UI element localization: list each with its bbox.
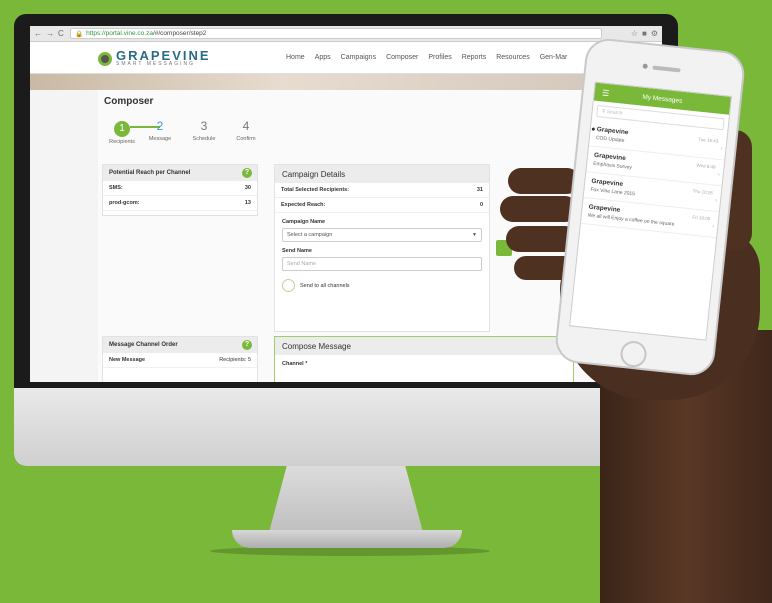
- reach-card-title: Potential Reach per Channel: [109, 170, 191, 176]
- browser-nav-buttons: ← → C: [30, 29, 70, 38]
- forward-icon[interactable]: →: [46, 29, 54, 38]
- total-recipients-row: Total Selected Recipients: 31: [275, 183, 489, 198]
- campaign-select[interactable]: Select a campaign ▼: [282, 228, 482, 242]
- monitor-chin: [14, 388, 678, 466]
- finger: [508, 168, 580, 194]
- site-header: GRAPEVINE SMART MESSAGING Home Apps Camp…: [30, 42, 662, 74]
- step-label: Confirm: [236, 136, 256, 142]
- campaign-select-value: Select a campaign: [287, 232, 333, 238]
- step-number: 1: [114, 121, 130, 137]
- reach-card: Potential Reach per Channel ? SMS: 30 pr…: [102, 164, 258, 216]
- expected-reach-value: 0: [479, 202, 483, 208]
- channel-label: Channel *: [282, 361, 308, 367]
- step-message[interactable]: 2 Message: [142, 118, 178, 142]
- extension-icon[interactable]: ■: [642, 29, 647, 38]
- back-icon[interactable]: ←: [34, 29, 42, 38]
- chevron-right-icon: ›: [717, 171, 721, 179]
- help-icon[interactable]: ?: [242, 168, 252, 178]
- speaker-grille: [652, 65, 681, 73]
- settings-icon[interactable]: ⚙: [651, 29, 658, 38]
- hamburger-menu-icon[interactable]: ☰: [594, 87, 617, 98]
- campaign-name-label: Campaign Name: [282, 219, 326, 225]
- phone-search-placeholder: Search: [606, 108, 623, 117]
- channel-order-recipients: Recipients: 5: [219, 357, 251, 363]
- page-title: Composer: [104, 96, 154, 107]
- expected-reach-row: Expected Reach: 0: [275, 198, 489, 213]
- channel-order-item-label: New Message: [109, 357, 146, 363]
- help-icon[interactable]: ?: [242, 340, 252, 350]
- channel-order-card: Message Channel Order ? New Message Reci…: [102, 336, 258, 382]
- grapevine-logo[interactable]: GRAPEVINE SMART MESSAGING: [98, 48, 211, 67]
- toggle-circle-icon: [282, 279, 295, 292]
- home-button[interactable]: [619, 339, 648, 369]
- unread-dot-icon: [591, 127, 595, 131]
- nav-user[interactable]: Gen-Mar: [540, 54, 568, 61]
- nav-apps[interactable]: Apps: [315, 54, 331, 61]
- step-number: 4: [242, 119, 250, 133]
- step-number: 2: [156, 119, 164, 133]
- campaign-details-title: Campaign Details: [275, 165, 489, 183]
- chevron-right-icon: ›: [714, 197, 718, 204]
- expected-reach-label: Expected Reach:: [281, 202, 326, 208]
- finger: [500, 196, 578, 222]
- channel-order-title: Message Channel Order: [109, 342, 178, 348]
- channel-name: SMS:: [109, 185, 123, 191]
- browser-toolbar: ← → C 🔒 https://portal.vine.co.za /#/com…: [30, 26, 662, 42]
- nav-profiles[interactable]: Profiles: [428, 54, 451, 61]
- logo-mark-icon: [98, 51, 112, 66]
- lock-icon: 🔒: [75, 30, 84, 38]
- step-recipients[interactable]: 1 Recipients: [104, 118, 140, 145]
- nav-composer[interactable]: Composer: [386, 54, 418, 61]
- url-host: https://portal.vine.co.za: [86, 30, 153, 37]
- smartphone: ☰ My Messages ⚲ Search Grapevine COD Upd…: [553, 36, 747, 378]
- channel-count: 30: [244, 185, 251, 191]
- channel-order-item[interactable]: New Message Recipients: 5: [103, 353, 257, 368]
- nav-reports[interactable]: Reports: [462, 54, 487, 61]
- channel-name: prod-gcom:: [109, 200, 140, 206]
- step-label: Message: [148, 136, 172, 142]
- campaign-details-card: Campaign Details Total Selected Recipien…: [274, 164, 490, 332]
- address-bar[interactable]: 🔒 https://portal.vine.co.za /#/composer/…: [70, 28, 602, 39]
- nav-home[interactable]: Home: [286, 54, 305, 61]
- send-name-input[interactable]: Send Name: [282, 257, 482, 271]
- send-all-channels-label: Send to all channels: [300, 282, 350, 289]
- step-confirm[interactable]: 4 Confirm: [228, 118, 264, 142]
- phone-screen: ☰ My Messages ⚲ Search Grapevine COD Upd…: [569, 81, 733, 341]
- channel-count: 13: [244, 200, 251, 206]
- send-name-label: Send Name: [282, 248, 312, 254]
- url-path: /#/composer/step2: [152, 30, 207, 37]
- reach-row: prod-gcom: 13: [103, 196, 257, 211]
- monitor-stand-foot: [232, 530, 462, 548]
- main-nav: Home Apps Campaigns Composer Profiles Re…: [286, 54, 567, 61]
- send-all-channels-toggle[interactable]: Send to all channels: [282, 279, 482, 292]
- step-indicator: 1 Recipients 2 Message 3 Schedule 4 Conf…: [104, 118, 264, 148]
- reach-card-header: Potential Reach per Channel ?: [103, 165, 257, 181]
- step-schedule[interactable]: 3 Schedule: [186, 118, 222, 142]
- channel-order-header: Message Channel Order ?: [103, 337, 257, 353]
- step-label: Schedule: [192, 136, 216, 142]
- nav-resources[interactable]: Resources: [496, 54, 529, 61]
- step-number: 3: [200, 119, 208, 133]
- reload-icon[interactable]: C: [58, 29, 64, 38]
- step-label: Recipients: [109, 139, 135, 145]
- hero-banner: [30, 74, 662, 90]
- browser-extension-icons: ☆ ■ ⚙: [602, 29, 662, 38]
- total-recipients-label: Total Selected Recipients:: [281, 187, 350, 193]
- monitor-stand-neck: [268, 466, 424, 536]
- reach-row: SMS: 30: [103, 181, 257, 196]
- brand-name: GRAPEVINE: [116, 48, 211, 63]
- star-icon[interactable]: ☆: [631, 29, 638, 38]
- phone-app-title: My Messages: [642, 93, 683, 105]
- compose-message-card: Compose Message Channel *: [274, 336, 574, 382]
- camera-icon: [642, 63, 648, 69]
- compose-message-title: Compose Message: [275, 337, 573, 355]
- total-recipients-value: 31: [476, 187, 483, 193]
- chevron-down-icon: ▼: [472, 232, 477, 238]
- chevron-right-icon: ›: [720, 146, 723, 153]
- chevron-right-icon: ›: [711, 223, 715, 230]
- nav-campaigns[interactable]: Campaigns: [341, 54, 376, 61]
